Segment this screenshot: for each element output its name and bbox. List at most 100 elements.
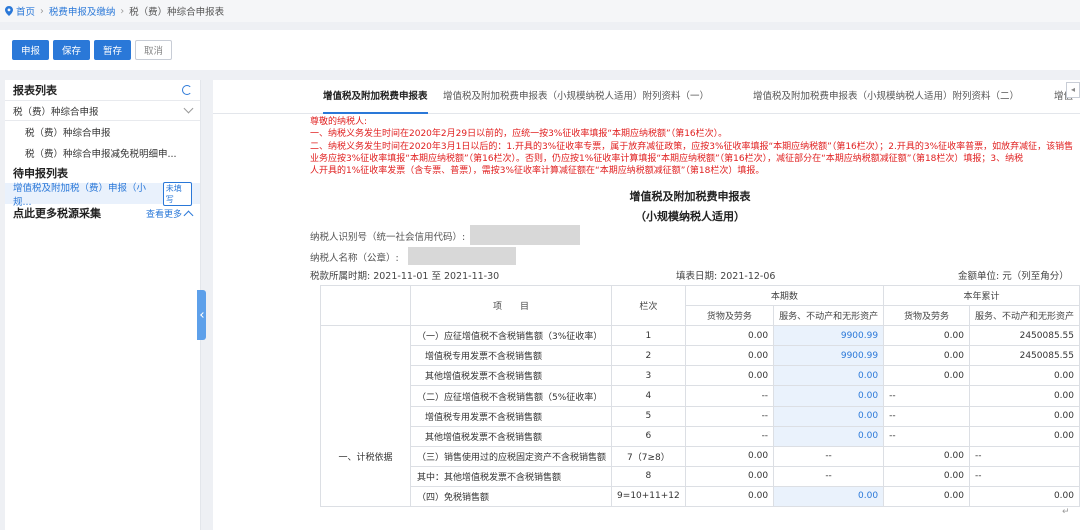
cell-services-current: -- [773, 465, 885, 487]
header-item: 项 目 [410, 284, 613, 327]
table-row: （二）应征增值税不含税销售额（5%征收率） 4 -- 0.00 -- 0.00 [321, 385, 1080, 407]
sidebar-group-label: 税（费）种综合申报 [13, 106, 99, 118]
cell-services-ytd: 0.00 [968, 485, 1080, 508]
cell-services-ytd: 0.00 [968, 365, 1080, 387]
cell-goods-current: 0.00 [684, 445, 775, 467]
table-row: 其中：其他增值税发票不含税销售额 8 0.00 -- 0.00 -- [321, 465, 1080, 487]
temp-save-button[interactable]: 暂存 [94, 40, 132, 60]
cell-services-ytd: 2450085.55 [968, 345, 1080, 367]
cancel-button[interactable]: 取消 [135, 40, 173, 60]
cell-services-current[interactable]: 0.00 [773, 385, 885, 407]
sidebar-collapse-handle[interactable] [197, 290, 206, 340]
cell-services-current: -- [773, 445, 885, 467]
chevron-up-icon [183, 210, 194, 220]
sidebar-item-exemption-detail[interactable]: 税（费）种综合申报减免税明细申... [5, 142, 200, 163]
fill-date: 填表日期: 2021-12-06 [676, 271, 776, 282]
row-column-number: 8 [611, 465, 686, 487]
redacted-taxpayer-name [408, 247, 516, 265]
notice-line: 一、纳税义务发生时间在2020年2月29日以前的，应统一按3%征收率填报“本期应… [310, 129, 728, 140]
header-services-ytd: 服务、不动产和无形资产 [968, 305, 1080, 327]
header-year-to-date: 本年累计 [883, 284, 1080, 307]
refresh-icon[interactable] [182, 85, 192, 95]
cell-goods-current: -- [684, 425, 775, 447]
chevron-down-icon [183, 103, 194, 114]
cell-goods-current: 0.00 [684, 325, 775, 347]
cell-goods-ytd: 0.00 [883, 465, 970, 487]
cell-goods-current: 0.00 [684, 485, 775, 508]
sidebar-item-label: 税（费）种综合申报减免税明细申... [25, 148, 177, 160]
breadcrumb-current: 税（费）种综合申报表 [129, 7, 225, 18]
breadcrumb-tax-filing[interactable]: 税费申报及缴纳 [49, 4, 116, 18]
header-column-number: 栏次 [611, 284, 686, 327]
tab-vat-main[interactable]: 增值税及附加税费申报表 [323, 80, 428, 114]
sidebar-item-comprehensive[interactable]: 税（费）种综合申报 [5, 121, 200, 142]
header-goods-ytd: 货物及劳务 [883, 305, 970, 327]
sidebar-item-label: 税（费）种综合申报 [25, 127, 111, 139]
taxpayer-id-label: 纳税人识别号（统一社会信用代码）: [310, 232, 466, 243]
breadcrumb-separator: › [40, 5, 44, 17]
notice-line: 尊敬的纳税人: [310, 117, 368, 127]
cell-services-current[interactable]: 0.00 [773, 405, 885, 427]
sidebar-group-comprehensive[interactable]: 税（费）种综合申报 [5, 100, 200, 121]
notice-line: 二、纳税义务发生时间在2020年3月1日以后的：1.开具的3%征收率专票，属于放… [310, 141, 1074, 152]
cell-goods-ytd: -- [883, 405, 970, 427]
cell-services-current[interactable]: 9900.99 [773, 325, 885, 347]
view-more-link[interactable]: 查看更多 [145, 207, 194, 220]
cell-goods-ytd: 0.00 [883, 345, 970, 367]
breadcrumb: 首页 › 税费申报及缴纳 › 税（费）种综合申报表 [0, 0, 1080, 22]
chevron-left-icon [199, 312, 206, 318]
row-column-number: 1 [611, 325, 686, 347]
table-row: 其他增值税发票不含税销售额 3 0.00 0.00 0.00 0.00 [321, 365, 1080, 387]
row-column-number: 7（7≥8） [611, 445, 686, 467]
notice-line: 人开具的1%征收率发票（含专票、普票），需按3%征收率计算减征额在“本期应纳税额… [310, 166, 765, 177]
table-row: 其他增值税发票不含税销售额 6 -- 0.00 -- 0.00 [321, 425, 1080, 447]
form-subtitle: （小规模纳税人适用） [635, 210, 745, 223]
cell-services-ytd: 0.00 [968, 405, 1080, 427]
cell-goods-ytd: -- [883, 425, 970, 447]
report-tabs: 增值税及附加税费申报表 增值税及附加税费申报表（小规模纳税人适用）附列资料（一）… [213, 80, 1080, 114]
view-more-label: 查看更多 [145, 209, 182, 220]
cell-services-ytd: 0.00 [968, 385, 1080, 407]
notice-line: 业务应按3%征收率填报“本期应纳税额”（第16栏次）。否则，仍应按1%征收率计算… [310, 153, 1024, 164]
cell-goods-ytd: 0.00 [883, 325, 970, 347]
row-label: （二）应征增值税不含税销售额（5%征收率） [410, 385, 613, 407]
return-mark: ↵ [1062, 507, 1070, 517]
row-column-number: 4 [611, 385, 686, 407]
row-column-number: 3 [611, 365, 686, 387]
cell-goods-ytd: 0.00 [883, 445, 970, 467]
pending-item-vat[interactable]: 增值税及附加税（费）申报（小规... 未填写 [5, 181, 200, 208]
row-label: 其他增值税发票不含税销售额 [410, 365, 613, 387]
cell-services-ytd: 2450085.55 [968, 325, 1080, 347]
header-services-current: 服务、不动产和无形资产 [773, 305, 885, 327]
cell-services-current[interactable]: 0.00 [773, 365, 885, 387]
cell-goods-ytd: 0.00 [883, 485, 970, 508]
section-label: 一、计税依据 [319, 325, 412, 508]
row-label: （一）应征增值税不含税销售额（3%征收率） [410, 325, 613, 347]
cell-goods-current: 0.00 [684, 345, 775, 367]
tab-attachment-one[interactable]: 增值税及附加税费申报表（小规模纳税人适用）附列资料（一） [443, 80, 709, 114]
table-header-row: 项 目 栏次 本期数 本年累计 [319, 284, 1080, 327]
table-row: （三）销售使用过的应税固定资产不含税销售额 7（7≥8） 0.00 -- 0.00 -- [321, 445, 1080, 467]
notice-block: 尊敬的纳税人: 一、纳税义务发生时间在2020年2月29日以前的，应统一按3%征… [310, 116, 1080, 177]
row-label: （四）免税销售额 [410, 485, 613, 508]
cell-services-current[interactable]: 0.00 [773, 485, 885, 508]
row-column-number: 9=10+11+12 [611, 485, 686, 508]
table-row: 一、计税依据 （一）应征增值税不含税销售额（3%征收率） 1 0.00 9900.99 0… [319, 325, 1080, 508]
form-title: 增值税及附加税费申报表 [629, 190, 751, 203]
cell-services-current[interactable]: 9900.99 [773, 345, 885, 367]
tab-scroll-button[interactable]: ◂ [1066, 82, 1080, 98]
section-header-cell [319, 284, 412, 327]
pending-item-label: 增值税及附加税（费）申报（小规... [13, 182, 147, 208]
save-button[interactable]: 保存 [53, 40, 91, 60]
declaration-table: 项 目 栏次 本期数 本年累计 货物及劳务 服务、不动产和无形资产 货物及劳务 … [319, 284, 1080, 508]
location-pin-icon [5, 6, 13, 16]
cell-goods-current: -- [684, 405, 775, 427]
tab-attachment-two[interactable]: 增值税及附加税费申报表（小规模纳税人适用）附列资料（二） [753, 80, 1019, 114]
cell-services-current[interactable]: 0.00 [773, 425, 885, 447]
table-row: 增值税专用发票不含税销售额 5 -- 0.00 -- 0.00 [321, 405, 1080, 427]
more-sources-title: 点此更多税源采集 [13, 207, 101, 220]
toolbar: 申报 保存 暂存 取消 [0, 30, 1080, 70]
declare-button[interactable]: 申报 [12, 40, 50, 60]
breadcrumb-home[interactable]: 首页 [16, 4, 35, 18]
row-label: （三）销售使用过的应税固定资产不含税销售额 [410, 445, 613, 467]
